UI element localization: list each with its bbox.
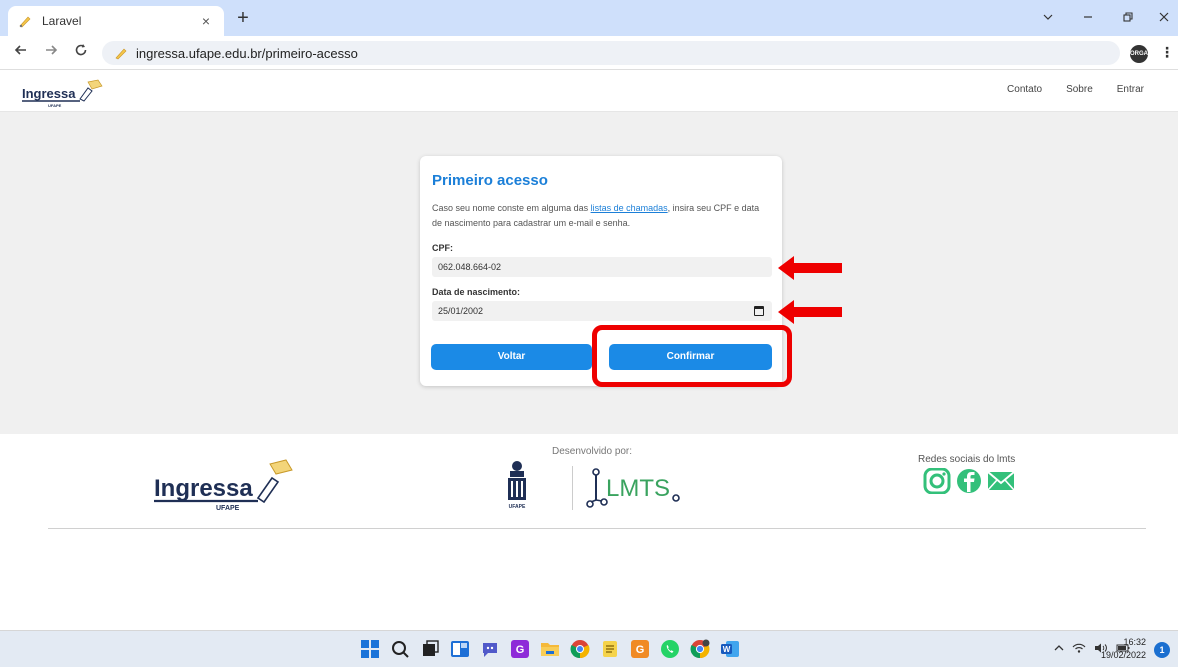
task-view-icon[interactable] [420, 639, 440, 659]
chrome-icon[interactable] [570, 639, 590, 659]
clock-date: 19/02/2022 [1100, 650, 1146, 660]
social-icons [922, 467, 1016, 495]
birth-date-label: Data de nascimento: [432, 287, 521, 297]
notepad-icon[interactable] [600, 639, 620, 659]
site-footer: Ingressa UFAPE Desenvolvido por: UFAPE L… [0, 434, 1178, 630]
browser-tab-bar: Laravel × + [0, 0, 1178, 36]
close-window-icon[interactable] [1150, 6, 1178, 28]
arrow-left-icon [778, 256, 842, 280]
footer-logo-text: Ingressa [154, 475, 253, 502]
site-favicon-icon [115, 48, 127, 60]
facebook-icon[interactable] [954, 468, 984, 494]
cpf-value: 062.048.664-02 [438, 262, 502, 272]
browser-tab[interactable]: Laravel × [8, 6, 224, 36]
top-nav: Contato Sobre Entrar [1007, 84, 1144, 95]
cpf-input[interactable]: 062.048.664-02 [432, 257, 772, 277]
ingressa-logo-large: Ingressa UFAPE [154, 459, 293, 512]
minimize-icon[interactable] [1074, 6, 1102, 28]
lmts-logo: LMTS [586, 468, 680, 508]
nav-entrar[interactable]: Entrar [1117, 84, 1144, 95]
call-lists-link[interactable]: listas de chamadas [591, 203, 668, 213]
windows-start-icon[interactable] [360, 639, 380, 659]
cpf-label: CPF: [432, 243, 453, 253]
restore-icon[interactable] [1114, 6, 1142, 28]
address-bar[interactable]: ingressa.ufape.edu.br/primeiro-acesso [102, 41, 1120, 65]
new-tab-button[interactable]: + [232, 8, 254, 30]
word-icon[interactable]: W [720, 639, 740, 659]
svg-text:G: G [516, 644, 525, 656]
whatsapp-icon[interactable] [660, 639, 680, 659]
instagram-icon[interactable] [922, 467, 952, 495]
developed-by-label: Desenvolvido por: [552, 446, 633, 457]
footer-logo-sub: UFAPE [216, 505, 240, 512]
footer-bottom-rule [48, 528, 1146, 529]
ufape-logo-label: UFAPE [509, 504, 526, 510]
search-icon[interactable] [390, 639, 410, 659]
widgets-icon[interactable] [450, 639, 470, 659]
windows-taskbar: G G W 16:32 19/02/2022 1 [0, 630, 1178, 667]
svg-text:G: G [636, 644, 645, 656]
main-content: Primeiro acesso Caso seu nome conste em … [0, 112, 1178, 434]
card-title: Primeiro acesso [432, 172, 548, 189]
social-label: Redes sociais do lmts [918, 454, 1016, 465]
ufape-logo-icon: UFAPE [508, 461, 526, 510]
chevron-up-icon[interactable] [1054, 643, 1064, 656]
footer-divider [572, 466, 573, 510]
clock[interactable]: 16:32 19/02/2022 [1101, 636, 1146, 662]
clock-time: 16:32 [1123, 637, 1146, 647]
logo-text: Ingressa [22, 86, 76, 101]
pdf-editor-icon[interactable]: G [630, 639, 650, 659]
logo-sub-text: UFAPE [48, 103, 62, 108]
lmts-text: LMTS [606, 475, 670, 502]
back-button[interactable]: Voltar [431, 344, 592, 370]
laravel-favicon-icon [19, 16, 31, 28]
file-explorer-icon[interactable] [540, 639, 560, 659]
tab-title: Laravel [42, 14, 82, 28]
browser-toolbar: ingressa.ufape.edu.br/primeiro-acesso OR… [0, 36, 1178, 70]
reload-icon[interactable] [70, 42, 92, 64]
desc-text-pre: Caso seu nome conste em alguma das [432, 203, 591, 213]
birth-date-value: 25/01/2002 [438, 306, 484, 316]
notification-badge[interactable]: 1 [1154, 642, 1170, 658]
svg-text:W: W [723, 645, 731, 654]
profile-avatar[interactable]: ORGA [1130, 45, 1148, 63]
calendar-icon[interactable] [754, 306, 764, 316]
confirm-highlight-box [592, 325, 792, 387]
tab-search-icon[interactable] [1034, 6, 1062, 28]
browser-menu-icon[interactable]: ⋮ [1160, 44, 1174, 61]
chat-icon[interactable] [480, 639, 500, 659]
card-description: Caso seu nome conste em alguma das lista… [432, 201, 770, 231]
ingressa-logo-small[interactable]: Ingressa UFAPE [22, 78, 122, 108]
forward-arrow-icon[interactable] [40, 42, 62, 64]
chrome-profile-icon[interactable] [690, 639, 710, 659]
nav-sobre[interactable]: Sobre [1066, 84, 1093, 95]
site-header: Ingressa UFAPE Contato Sobre Entrar [0, 70, 1178, 112]
pdf-app-icon[interactable]: G [510, 639, 530, 659]
url-text: ingressa.ufape.edu.br/primeiro-acesso [136, 45, 358, 61]
email-icon[interactable] [986, 468, 1016, 494]
arrow-left-icon [778, 300, 842, 324]
nav-contato[interactable]: Contato [1007, 84, 1042, 95]
back-arrow-icon[interactable] [10, 42, 32, 64]
tab-close-icon[interactable]: × [198, 13, 214, 29]
wifi-icon[interactable] [1072, 643, 1086, 656]
taskbar-apps: G G W [360, 639, 740, 659]
birth-date-input[interactable]: 25/01/2002 [432, 301, 772, 321]
